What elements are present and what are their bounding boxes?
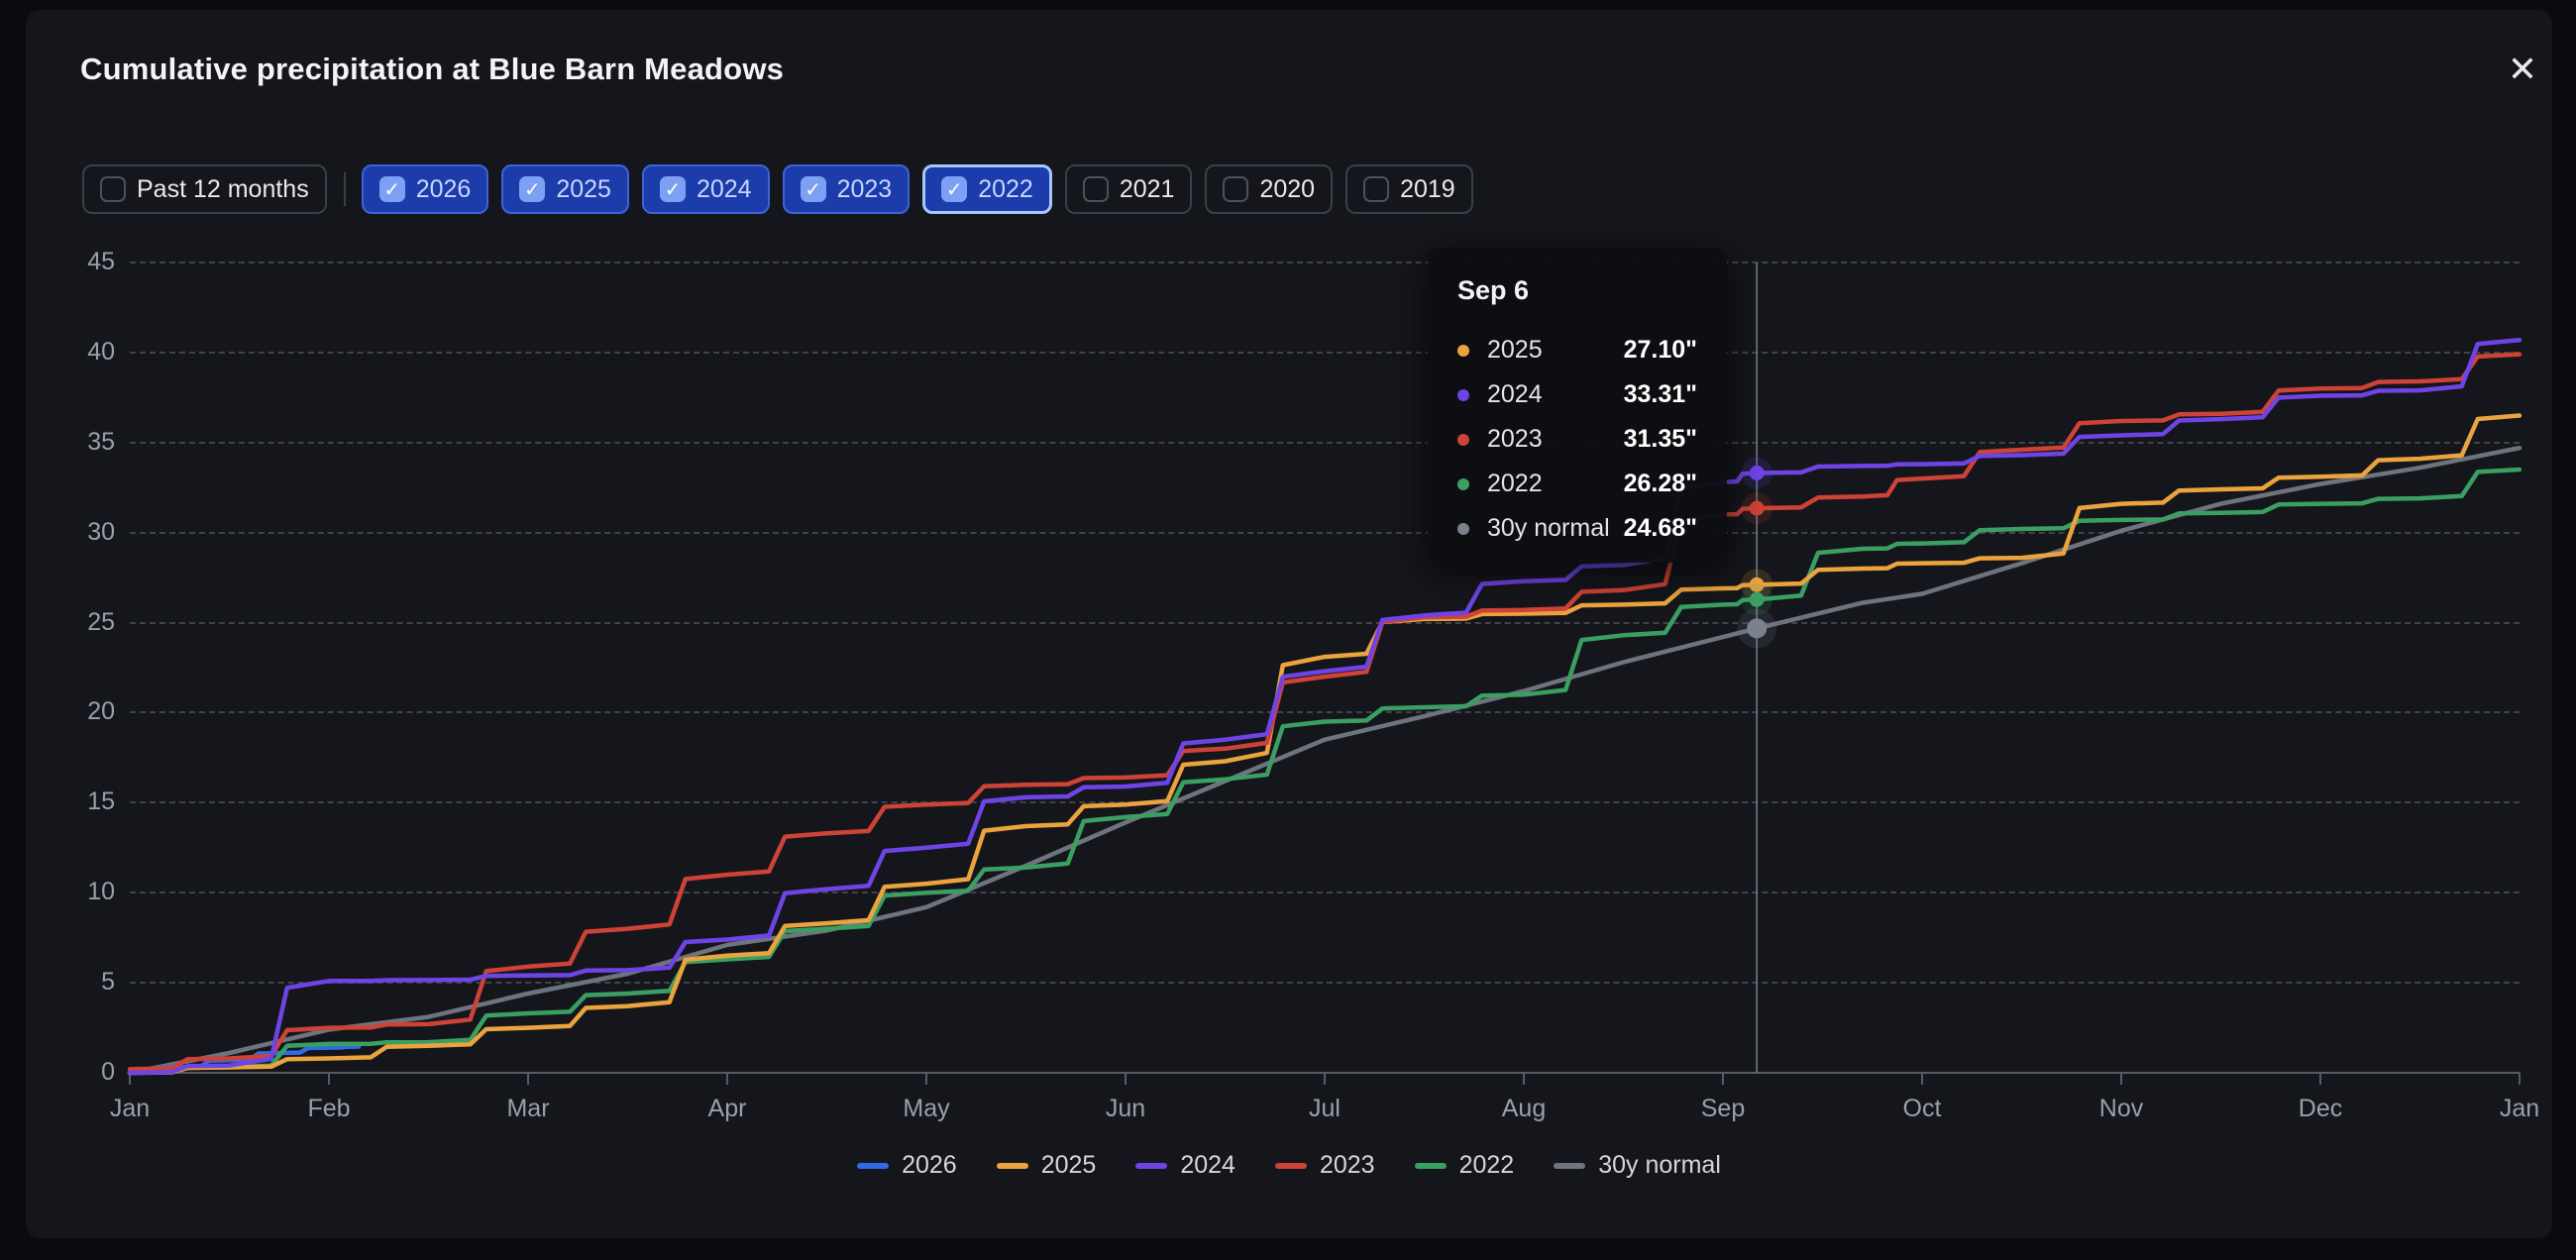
tooltip-series-label: 2025: [1487, 336, 1624, 365]
tooltip-row: 202226.28": [1457, 462, 1697, 506]
legend-swatch-icon: [997, 1163, 1028, 1169]
tooltip-series-label: 2024: [1487, 380, 1624, 409]
tooltip-date: Sep 6: [1457, 275, 1697, 306]
tooltip-rows: 202527.10"202433.31"202331.35"202226.28"…: [1457, 328, 1697, 551]
highlight-dot-30y-normal: [1747, 618, 1767, 638]
series-dot-icon: [1457, 389, 1469, 401]
series-dot-icon: [1457, 434, 1469, 446]
legend-item-30y-normal[interactable]: 30y normal: [1554, 1151, 1721, 1180]
legend-item-label: 2024: [1180, 1151, 1235, 1180]
precipitation-lines-svg[interactable]: [26, 10, 2576, 1260]
tooltip-row: 202433.31": [1457, 372, 1697, 417]
tooltip-series-value: 33.31": [1624, 380, 1697, 409]
tooltip-series-value: 27.10": [1624, 336, 1697, 365]
tooltip-row: 202331.35": [1457, 417, 1697, 462]
legend-item-label: 2023: [1320, 1151, 1375, 1180]
tooltip-series-value: 24.68": [1624, 514, 1697, 543]
highlight-dot-2022: [1750, 592, 1765, 607]
highlight-dot-2023: [1750, 501, 1765, 516]
legend-swatch-icon: [1554, 1163, 1585, 1169]
series-dot-icon: [1457, 523, 1469, 535]
precipitation-modal: Cumulative precipitation at Blue Barn Me…: [26, 10, 2552, 1238]
legend-item-label: 2025: [1041, 1151, 1097, 1180]
series-line-30y-normal: [130, 448, 2520, 1073]
legend-item-2022[interactable]: 2022: [1415, 1151, 1515, 1180]
legend-swatch-icon: [1275, 1163, 1307, 1169]
legend-item-label: 30y normal: [1598, 1151, 1721, 1180]
chart-tooltip: Sep 6 202527.10"202433.31"202331.35"2022…: [1428, 248, 1727, 563]
series-dot-icon: [1457, 345, 1469, 357]
highlight-dot-2024: [1750, 466, 1765, 480]
series-line-2023: [130, 355, 2520, 1070]
legend-item-2023[interactable]: 2023: [1275, 1151, 1375, 1180]
tooltip-series-label: 2022: [1487, 470, 1624, 498]
chart-legend: 2026 2025 2024 2023 2022 30y normal: [26, 1151, 2552, 1180]
legend-item-label: 2026: [902, 1151, 957, 1180]
tooltip-series-value: 26.28": [1624, 470, 1697, 498]
series-dot-icon: [1457, 478, 1469, 490]
tooltip-series-label: 2023: [1487, 425, 1624, 454]
legend-item-2024[interactable]: 2024: [1135, 1151, 1235, 1180]
series-line-2022: [130, 470, 2520, 1073]
tooltip-series-label: 30y normal: [1487, 514, 1624, 543]
legend-swatch-icon: [1135, 1163, 1167, 1169]
tooltip-row: 30y normal24.68": [1457, 506, 1697, 551]
tooltip-row: 202527.10": [1457, 328, 1697, 372]
series-line-2024: [130, 340, 2520, 1073]
legend-item-2025[interactable]: 2025: [997, 1151, 1097, 1180]
legend-swatch-icon: [1415, 1163, 1447, 1169]
tooltip-series-value: 31.35": [1624, 425, 1697, 454]
legend-item-2026[interactable]: 2026: [857, 1151, 957, 1180]
legend-swatch-icon: [857, 1163, 889, 1169]
legend-item-label: 2022: [1459, 1151, 1515, 1180]
